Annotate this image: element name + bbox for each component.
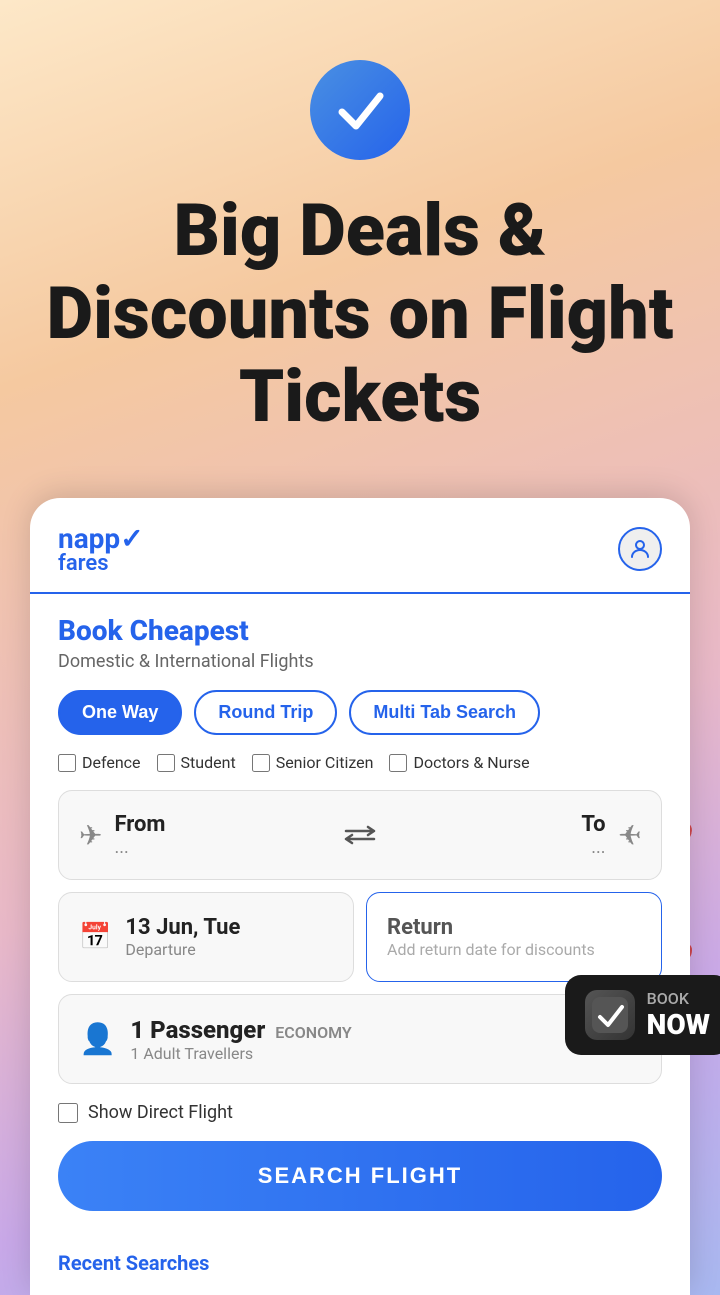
departure-label: Departure	[125, 940, 195, 959]
passenger-icon: 👤	[79, 1022, 116, 1057]
recent-searches-label: Recent Searches	[30, 1251, 690, 1295]
now-word: NOW	[647, 1008, 710, 1041]
from-section[interactable]: ✈ From ...	[79, 812, 338, 858]
book-section: Book Cheapest Domestic & International F…	[30, 594, 690, 1251]
passenger-count: 1 Passenger	[130, 1016, 265, 1044]
book-subtitle: Domestic & International Flights	[58, 651, 662, 672]
arrival-plane-icon: ✈	[618, 819, 641, 852]
user-icon	[628, 537, 652, 561]
senior-label: Senior Citizen	[276, 753, 374, 772]
book-now-icon	[585, 990, 635, 1040]
date-row: 📅 13 Jun, Tue Departure Return Add retur…	[58, 892, 662, 982]
checkbox-senior[interactable]: Senior Citizen	[252, 753, 374, 772]
from-info: From ...	[114, 812, 165, 858]
defence-checkbox[interactable]	[58, 754, 76, 772]
passenger-class: ECONOMY	[275, 1023, 351, 1042]
return-sub: Add return date for discounts	[387, 940, 595, 959]
checkbox-defence[interactable]: Defence	[58, 753, 141, 772]
tab-one-way[interactable]: One Way	[58, 690, 182, 735]
passenger-type-checkboxes: Defence Student Senior Citizen Doctors &…	[58, 753, 662, 772]
book-now-text: BOOK NOW	[647, 989, 710, 1041]
swap-button[interactable]	[338, 813, 382, 857]
from-label: From	[114, 812, 165, 837]
from-value: ...	[114, 837, 128, 858]
passenger-info: 1 Passenger ECONOMY 1 Adult Travellers	[130, 1016, 351, 1063]
return-info: Return Add return date for discounts	[387, 915, 595, 959]
logo-svg	[330, 80, 390, 140]
to-value: ...	[591, 837, 605, 858]
route-field[interactable]: ✈ From ... To ... ✈	[58, 790, 662, 880]
direct-flight-checkbox-label[interactable]: Show Direct Flight	[58, 1102, 662, 1123]
tab-multi-search[interactable]: Multi Tab Search	[349, 690, 540, 735]
direct-flight-label: Show Direct Flight	[88, 1102, 233, 1123]
passenger-count-row: 1 Passenger ECONOMY	[130, 1016, 351, 1044]
hero-title: Big Deals & Discounts on Flight Tickets	[0, 190, 720, 438]
logo-text-group: napp✓ fares	[58, 522, 144, 576]
doctors-label: Doctors & Nurse	[413, 753, 529, 772]
defence-label: Defence	[82, 753, 141, 772]
student-checkbox[interactable]	[157, 754, 175, 772]
passenger-travellers: 1 Adult Travellers	[130, 1044, 253, 1063]
swap-icon	[344, 825, 376, 845]
book-title: Book Cheapest	[58, 614, 662, 647]
search-flight-button[interactable]: SEARCH FLIGHT	[58, 1141, 662, 1211]
to-info: To ...	[581, 812, 605, 858]
book-now-badge[interactable]: BOOK NOW	[565, 975, 720, 1055]
hero-section: Big Deals & Discounts on Flight Tickets	[0, 0, 720, 478]
checkbox-student[interactable]: Student	[157, 753, 236, 772]
departure-date-field[interactable]: 📅 13 Jun, Tue Departure	[58, 892, 354, 982]
direct-flight-checkbox[interactable]	[58, 1103, 78, 1123]
card-wrapper: napp✓ fares Book Cheapest Domestic & Int…	[0, 498, 720, 1295]
doctors-checkbox[interactable]	[389, 754, 407, 772]
return-date-field[interactable]: Return Add return date for discounts	[366, 892, 662, 982]
user-profile-button[interactable]	[618, 527, 662, 571]
app-header: napp✓ fares	[30, 498, 690, 594]
departure-date: 13 Jun, Tue	[125, 915, 240, 940]
tab-round-trip[interactable]: Round Trip	[194, 690, 337, 735]
student-label: Student	[181, 753, 236, 772]
departure-plane-icon: ✈	[79, 819, 102, 852]
senior-checkbox[interactable]	[252, 754, 270, 772]
to-label: To	[581, 812, 605, 837]
return-label: Return	[387, 915, 595, 940]
departure-info: 13 Jun, Tue Departure	[125, 915, 240, 959]
book-word: BOOK	[647, 989, 710, 1008]
app-logo: napp✓ fares	[58, 522, 144, 576]
booking-card: napp✓ fares Book Cheapest Domestic & Int…	[30, 498, 690, 1295]
app-logo-circle	[310, 60, 410, 160]
trip-type-tabs: One Way Round Trip Multi Tab Search	[58, 690, 662, 735]
calendar-icon: 📅	[79, 922, 111, 952]
to-section[interactable]: To ... ✈	[382, 812, 641, 858]
checkbox-doctors[interactable]: Doctors & Nurse	[389, 753, 529, 772]
checkmark-icon	[592, 997, 628, 1033]
